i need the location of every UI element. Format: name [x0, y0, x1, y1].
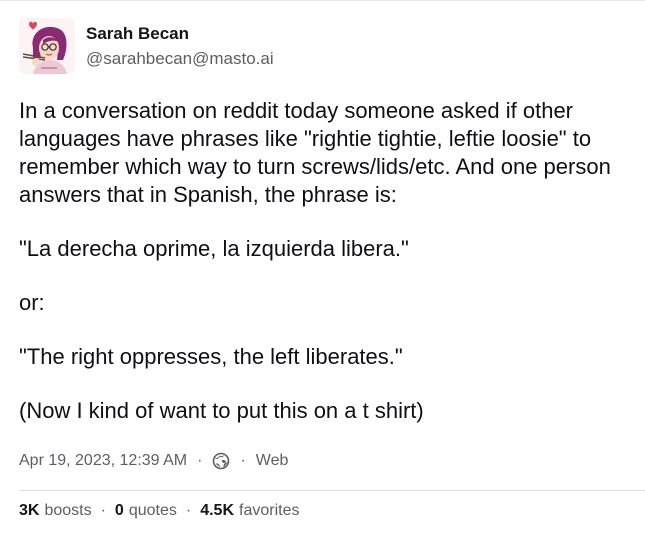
boosts-stat[interactable]: 3K boosts [19, 502, 92, 520]
post-stats: 3K boosts · 0 quotes · 4.5K favorites [19, 500, 645, 522]
stats-divider [19, 490, 645, 491]
author-handle[interactable]: @sarahbecan@masto.ai [86, 48, 274, 70]
post-timestamp[interactable]: Apr 19, 2023, 12:39 AM [19, 452, 187, 470]
author-names: Sarah Becan @sarahbecan@masto.ai [86, 23, 274, 70]
avatar-illustration-icon [19, 18, 75, 74]
favorites-label: favorites [239, 502, 300, 519]
post-paragraph: (Now I kind of want to put this on a t s… [19, 398, 424, 423]
favorites-stat[interactable]: 4.5K favorites [200, 502, 299, 520]
globe-icon[interactable] [212, 452, 230, 470]
post-paragraph: In a conversation on reddit today someon… [19, 98, 611, 207]
post-paragraph: or: [19, 290, 45, 315]
quotes-label: quotes [128, 502, 177, 519]
quotes-count: 0 [114, 502, 124, 519]
avatar[interactable] [19, 18, 75, 74]
stats-separator: · [100, 502, 106, 519]
boosts-label: boosts [44, 502, 92, 519]
top-divider [0, 0, 645, 1]
meta-separator: · [240, 452, 246, 469]
boosts-count: 3K [19, 502, 40, 519]
stats-separator: · [185, 502, 192, 519]
post-meta: Apr 19, 2023, 12:39 AM · · Web [19, 451, 645, 471]
author-display-name[interactable]: Sarah Becan [86, 23, 274, 45]
favorites-count: 4.5K [200, 502, 234, 519]
quotes-stat[interactable]: 0 quotes [115, 502, 177, 520]
post-header: Sarah Becan @sarahbecan@masto.ai [19, 17, 645, 75]
post-card: Sarah Becan @sarahbecan@masto.ai In a co… [19, 17, 645, 522]
post-paragraph: "La derecha oprime, la izquierda libera.… [19, 236, 409, 261]
post-content: In a conversation on reddit today someon… [19, 97, 639, 425]
post-client: Web [255, 452, 289, 469]
post-paragraph: "The right oppresses, the left liberates… [19, 344, 403, 369]
meta-separator: · [197, 452, 203, 469]
